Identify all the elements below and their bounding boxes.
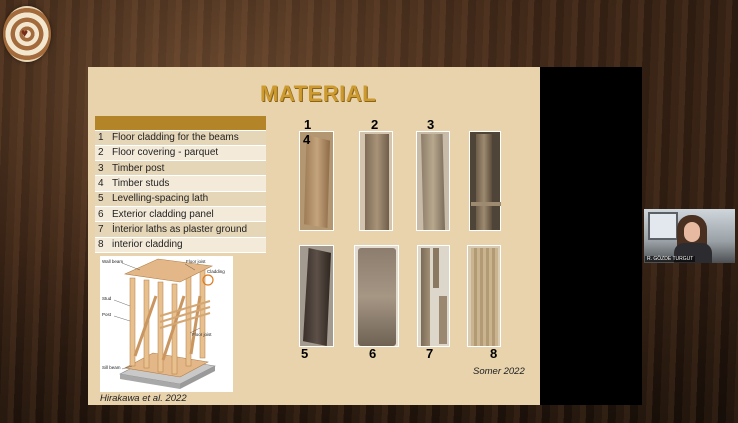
table-row: 3 Timber post (95, 160, 266, 177)
row-number: 5 (95, 191, 109, 207)
materials-table: 1 Floor cladding for the beams 2 Floor cov… (95, 116, 266, 253)
material-photo (359, 131, 393, 231)
table-row: 4 Timber studs (95, 175, 266, 192)
table-row: 2 Floor covering - parquet (95, 145, 266, 162)
row-label: Floor cladding for the beams (109, 130, 266, 146)
row-label: Floor covering - parquet (109, 145, 266, 162)
photo-number: 8 (490, 346, 498, 361)
slide-title: MATERIAL (260, 81, 377, 106)
citation-left: Hirakawa et al. 2022 (100, 393, 187, 404)
citation-right: Somer 2022 (473, 366, 525, 377)
row-number: 6 (95, 206, 109, 223)
timber-frame-diagram: Wall beam Floor joist Cladding Stud Post… (100, 256, 233, 392)
row-label: interior cladding (109, 237, 266, 253)
background-window (648, 212, 678, 240)
participant-face (684, 222, 700, 242)
photo-number: 7 (426, 346, 434, 361)
table-row: 1 Floor cladding for the beams (95, 130, 266, 146)
row-number: 7 (95, 221, 109, 238)
row-number: 3 (95, 160, 109, 177)
photo-number: 1 (304, 117, 312, 132)
photo-number: 2 (371, 117, 379, 132)
row-number: 2 (95, 145, 109, 162)
participant-name: R. GÖZDE TURGUT (645, 256, 696, 262)
material-photo (299, 245, 334, 347)
label-floor-joist-top: Floor joist (186, 259, 206, 264)
material-photo (416, 131, 450, 231)
material-photo (469, 131, 501, 231)
label-cladding: Cladding (207, 269, 225, 274)
photo-number: 3 (427, 117, 435, 132)
row-number: 1 (95, 130, 109, 146)
table-row: 6 Exterior cladding panel (95, 206, 266, 223)
table-row: 5 Levelling-spacing lath (95, 191, 266, 207)
label-floor-joist-bottom: Floor joist (192, 332, 212, 337)
photo-number: 6 (369, 346, 377, 361)
material-photo (354, 245, 399, 347)
label-stud: Stud (102, 296, 112, 301)
label-post: Post (102, 312, 112, 317)
participant-video-tile[interactable]: R. GÖZDE TURGUT (644, 209, 735, 263)
row-label: Exterior cladding panel (109, 206, 266, 223)
label-wall-beam: Wall beam (102, 259, 123, 264)
row-number: 4 (95, 175, 109, 192)
presentation-slide: MATERIAL 1 Floor cladding for the beams 2… (88, 67, 540, 405)
row-label: Levelling-spacing lath (109, 191, 266, 207)
material-photo (467, 245, 501, 347)
heart-rings-logo-icon: ♥ (3, 6, 51, 62)
row-label: Timber post (109, 160, 266, 177)
row-label: İnterior laths as plaster ground (109, 221, 266, 238)
heart-icon: ♥ (21, 26, 29, 40)
table-header-row (95, 116, 266, 131)
material-photo (417, 245, 450, 347)
label-sill-beam: Sill beam (102, 365, 121, 370)
photo-number: 5 (301, 346, 309, 361)
row-number: 8 (95, 237, 109, 253)
table-row: 7 İnterior laths as plaster ground (95, 221, 266, 238)
slide-side-panel (540, 67, 642, 405)
table-row: 8 interior cladding (95, 237, 266, 253)
row-label: Timber studs (109, 175, 266, 192)
photo-number: 4 (303, 132, 311, 147)
